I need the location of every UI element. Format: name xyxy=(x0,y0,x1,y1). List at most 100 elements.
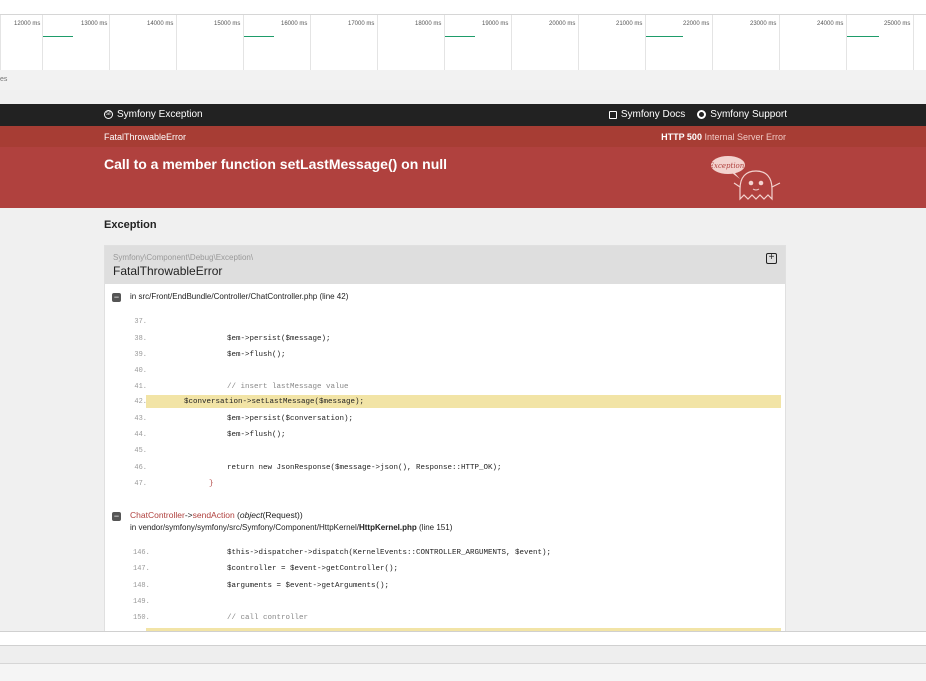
frame-arg-type: object xyxy=(239,510,263,520)
timeline-event-mark xyxy=(244,36,274,37)
code-line: 45. xyxy=(133,444,781,457)
exception-header: sf Symfony Exception Symfony Docs Symfon… xyxy=(0,104,926,126)
line-code: // insert lastMessage value xyxy=(191,383,349,391)
timeline-tick-label: 12000 ms xyxy=(14,21,41,27)
timeline-segment: 21000 ms xyxy=(578,15,645,70)
line-code: $em->persist($message); xyxy=(191,335,331,343)
trace-header: Symfony\Component\Debug\Exception\ Fatal… xyxy=(105,246,785,284)
timeline-tick-label: 13000 ms xyxy=(81,21,108,27)
exception-class-short: FatalThrowableError xyxy=(104,132,187,142)
brand-label: Symfony Exception xyxy=(117,109,203,120)
line-number: 146. xyxy=(133,549,150,557)
devtools-divider[interactable] xyxy=(0,631,926,646)
devtools-status-bar xyxy=(0,663,926,681)
code-line: 44. $em->flush(); xyxy=(133,428,781,441)
frame-collapse-toggle[interactable]: − xyxy=(112,293,121,302)
frame-path: vendor/symfony/symfony/src/Symfony/Compo… xyxy=(138,523,359,532)
timeline-tick-label: 15000 ms xyxy=(214,21,241,27)
timeline-segment: 18000 ms xyxy=(377,15,444,70)
header-links: Symfony Docs Symfony Support xyxy=(608,109,787,120)
line-number: 147. xyxy=(133,565,150,573)
timeline-event-mark xyxy=(445,36,475,37)
timeline-event-mark xyxy=(847,36,879,37)
code-line: 43. $em->persist($conversation); xyxy=(133,412,781,425)
frame-class: ChatController xyxy=(130,510,185,520)
timeline-tick-label: 18000 ms xyxy=(415,21,442,27)
exception-message: Call to a member function setLastMessage… xyxy=(104,156,448,172)
timeline-tick-label: 20000 ms xyxy=(549,21,576,27)
http-status-code: HTTP 500 xyxy=(661,132,702,142)
timeline-segment: 24000 ms xyxy=(779,15,846,70)
section-title: Exception xyxy=(104,219,157,231)
frame-location: in vendor/symfony/symfony/src/Symfony/Co… xyxy=(130,523,452,532)
brand[interactable]: sf Symfony Exception xyxy=(104,109,203,120)
line-code: $em->flush(); xyxy=(191,351,286,359)
line-code: $arguments = $event->getArguments(); xyxy=(191,582,390,590)
timeline-segment: 19000 ms xyxy=(444,15,511,70)
line-number: 149. xyxy=(133,598,150,606)
http-status: HTTP 500 Internal Server Error xyxy=(661,132,786,142)
frame-arg-class: (Request) xyxy=(262,510,300,520)
timeline-segment: 25000 ms xyxy=(846,15,913,70)
frame-file: ChatController.php xyxy=(250,292,318,301)
timeline-segment xyxy=(913,15,926,70)
symfony-docs-label: Symfony Docs xyxy=(620,109,686,120)
line-code: } xyxy=(191,480,214,488)
timeline-segment: 16000 ms xyxy=(243,15,310,70)
timeline-segment: 20000 ms xyxy=(511,15,578,70)
frame-location: in src/Front/EndBundle/Controller/ChatCo… xyxy=(130,292,348,301)
timeline-subbar: es xyxy=(0,70,926,91)
expand-all-button[interactable]: + xyxy=(766,253,777,264)
line-code: return new JsonResponse($message->json()… xyxy=(191,464,502,472)
line-number: 40. xyxy=(134,367,147,375)
line-code: $em->persist($conversation); xyxy=(191,415,354,423)
timeline-segment: 15000 ms xyxy=(176,15,243,70)
line-number: 39. xyxy=(134,351,147,359)
line-number: 47. xyxy=(134,480,147,488)
timeline-tick-label: 17000 ms xyxy=(348,21,375,27)
frame-arrow: -> xyxy=(184,510,193,520)
line-number: 46. xyxy=(134,464,147,472)
frame-line-info: (line 42) xyxy=(319,292,349,301)
timeline-tick-label: 24000 ms xyxy=(817,21,844,27)
http-status-text: Internal Server Error xyxy=(704,132,786,142)
stack-trace-panel: Symfony\Component\Debug\Exception\ Fatal… xyxy=(104,245,786,631)
code-line: 37. xyxy=(133,315,781,328)
ghost-bubble-text: Exception! xyxy=(710,162,747,170)
line-number: 45. xyxy=(134,447,147,455)
line-code: $conversation->setLastMessage($message); xyxy=(148,398,365,406)
frame-collapse-toggle[interactable]: − xyxy=(112,512,121,521)
code-line: 47. } xyxy=(133,477,781,490)
timeline-event-mark xyxy=(646,36,683,37)
timeline-ruler: 12000 ms 13000 ms 14000 ms 15000 ms 1600… xyxy=(0,14,926,71)
symfony-logo-icon: sf xyxy=(104,110,113,119)
code-line: 41. // insert lastMessage value xyxy=(133,380,781,393)
frame-path: src/Front/EndBundle/Controller/ xyxy=(138,292,251,301)
line-code: $controller = $event->getController(); xyxy=(191,565,399,573)
frame-call: ChatController->sendAction (object(Reque… xyxy=(130,510,303,520)
timeline-tick-label: 22000 ms xyxy=(683,21,710,27)
symfony-support-label: Symfony Support xyxy=(710,109,787,120)
line-code: $em->flush(); xyxy=(191,431,286,439)
timeline-segment: 22000 ms xyxy=(645,15,712,70)
symfony-support-link[interactable]: Symfony Support xyxy=(697,109,787,120)
code-line: 40. xyxy=(133,364,781,377)
code-line: 148. $arguments = $event->getArguments()… xyxy=(133,579,781,592)
code-line-highlighted: 42. $conversation->setLastMessage($messa… xyxy=(134,395,781,408)
lifebuoy-icon xyxy=(697,110,707,119)
line-number: 37. xyxy=(134,318,147,326)
code-line: 149. xyxy=(133,595,781,608)
line-number: 43. xyxy=(134,415,147,423)
exception-ghost-icon: Exception! xyxy=(710,156,781,201)
code-line: 46. return new JsonResponse($message->js… xyxy=(133,461,781,474)
symfony-docs-link[interactable]: Symfony Docs xyxy=(608,109,686,120)
line-number: 44. xyxy=(134,431,147,439)
timeline-tick-label: 14000 ms xyxy=(147,21,174,27)
book-icon xyxy=(608,110,617,119)
frame-method: sendAction xyxy=(192,510,235,520)
timeline-event-mark xyxy=(43,36,73,37)
line-number: 150. xyxy=(133,614,150,622)
code-line: 146. $this->dispatcher->dispatch(KernelE… xyxy=(133,546,781,559)
timeline-segment: 12000 ms xyxy=(0,15,43,70)
line-number: 38. xyxy=(134,335,147,343)
